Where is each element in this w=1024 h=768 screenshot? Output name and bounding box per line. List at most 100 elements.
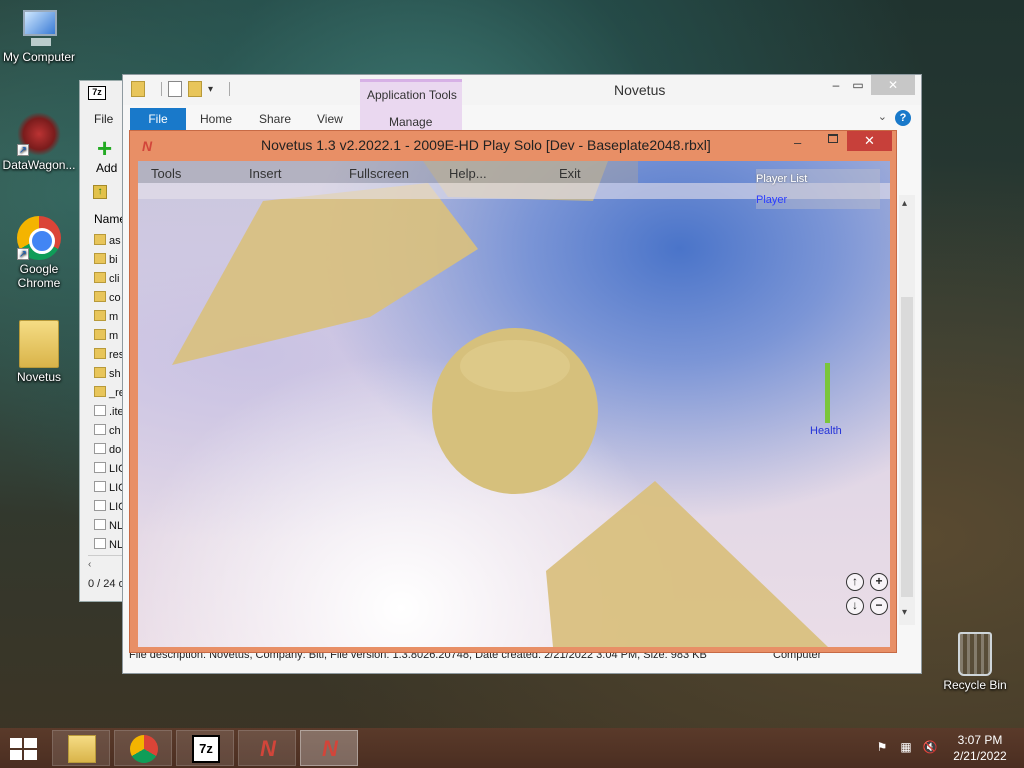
tab-view[interactable]: View xyxy=(317,108,343,130)
chevron-down-icon[interactable]: ▾ xyxy=(208,84,213,95)
file-icon xyxy=(94,424,106,435)
sevenzip-file-name: bi xyxy=(109,254,118,266)
file-icon xyxy=(94,538,106,549)
clock-time: 3:07 PM xyxy=(957,733,1003,747)
tab-home[interactable]: Home xyxy=(200,108,232,130)
taskbar-novetus-game[interactable]: N xyxy=(300,730,358,766)
taskbar-file-explorer[interactable] xyxy=(52,730,110,766)
player-list: Player List Player xyxy=(756,169,880,209)
computer-icon xyxy=(17,10,61,48)
camera-down-icon[interactable]: ↓ xyxy=(846,597,864,615)
game-viewport[interactable]: Tools Insert Fullscreen Help... Exit Pla… xyxy=(138,161,890,647)
sevenzip-file-name: co xyxy=(109,292,121,304)
game-titlebar[interactable]: N Novetus 1.3 v2.2022.1 - 2009E-HD Play … xyxy=(130,131,896,161)
taskbar-clock[interactable]: 3:07 PM 2/21/2022 xyxy=(942,732,1018,764)
sevenzip-icon: 7z xyxy=(192,735,220,763)
game-menu-bar: Tools Insert Fullscreen Help... Exit xyxy=(138,161,638,183)
help-icon[interactable]: ? xyxy=(895,110,911,126)
ribbon-tabs: File Home Share View ⌄ ? xyxy=(123,105,921,131)
network-icon[interactable]: ▦ xyxy=(898,740,914,756)
file-explorer-icon xyxy=(68,735,96,763)
menu-tools[interactable]: Tools xyxy=(151,166,181,181)
minimize-button[interactable]: ‒ xyxy=(794,135,801,150)
sevenzip-add-button[interactable]: Add xyxy=(96,161,117,175)
sand-wedge-bottom xyxy=(546,481,828,647)
file-icon xyxy=(94,443,106,454)
explorer-title: Novetus xyxy=(614,82,666,98)
novetus-logo-icon: N xyxy=(142,138,153,154)
player-list-entry[interactable]: Player xyxy=(756,194,787,206)
taskbar-7zip[interactable]: 7z xyxy=(176,730,234,766)
sand-wedge-top xyxy=(172,183,478,365)
camera-up-icon[interactable]: ↑ xyxy=(846,573,864,591)
sevenzip-file-name: m xyxy=(109,330,119,342)
menu-fullscreen[interactable]: Fullscreen xyxy=(349,166,409,181)
health-label: Health xyxy=(810,425,842,437)
novetus-icon: N xyxy=(322,736,338,761)
desktop-icon-label: Novetus xyxy=(16,370,62,384)
file-icon xyxy=(94,462,106,473)
volume-muted-icon[interactable]: 🔇 xyxy=(922,740,938,756)
maximize-button[interactable] xyxy=(828,134,838,143)
desktop-icon-google-chrome[interactable]: ↗ Google Chrome xyxy=(0,216,78,290)
folder-icon[interactable] xyxy=(131,81,145,97)
sevenzip-file-name: NL xyxy=(109,520,124,532)
desktop-icon-label: My Computer xyxy=(2,50,76,64)
desktop-icon-label: Recycle Bin xyxy=(943,678,1007,692)
folder-icon xyxy=(94,253,106,264)
folder-icon xyxy=(94,272,106,283)
menu-help[interactable]: Help... xyxy=(449,166,487,181)
close-button[interactable]: ✕ xyxy=(847,131,892,151)
new-folder-icon[interactable] xyxy=(188,81,202,97)
tab-file[interactable]: File xyxy=(130,108,186,130)
sevenzip-file-name: cli xyxy=(109,273,120,285)
file-icon xyxy=(94,519,106,530)
chevron-down-icon[interactable]: ⌄ xyxy=(878,110,887,123)
file-icon xyxy=(94,500,106,511)
folder-icon xyxy=(19,320,59,368)
desktop-icon-novetus[interactable]: Novetus xyxy=(0,320,78,384)
desktop-icon-label: Google Chrome xyxy=(17,262,61,290)
sevenzip-menu-file[interactable]: File xyxy=(94,112,113,126)
desktop-icon-label: DataWagon... xyxy=(2,158,76,172)
folder-icon xyxy=(94,386,106,397)
file-icon xyxy=(94,405,106,416)
desktop-icon-my-computer[interactable]: My Computer xyxy=(0,10,78,64)
sevenzip-file-name: ch xyxy=(109,425,121,437)
novetus-game-window[interactable]: N Novetus 1.3 v2.2022.1 - 2009E-HD Play … xyxy=(129,130,897,653)
desktop-icon-datawagon[interactable]: ↗ DataWagon... xyxy=(0,112,78,172)
sevenzip-logo-icon: 7z xyxy=(88,86,106,100)
up-folder-icon[interactable]: ↑ xyxy=(93,185,107,199)
player-list-title: Player List xyxy=(756,173,808,185)
quick-access-toolbar: ▾ xyxy=(131,81,231,97)
taskbar: 7z N N ⚑ ▦ 🔇 3:07 PM 2/21/2022 xyxy=(0,728,1024,768)
sevenzip-file-name: NL xyxy=(109,539,124,551)
explorer-vertical-scrollbar[interactable]: ▴ ▾ xyxy=(899,195,915,625)
maximize-button[interactable]: ▭ xyxy=(845,75,871,95)
properties-icon[interactable] xyxy=(168,81,182,97)
desktop-icon-recycle-bin[interactable]: Recycle Bin xyxy=(936,632,1014,692)
folder-icon xyxy=(94,329,106,340)
menu-insert[interactable]: Insert xyxy=(249,166,282,181)
game-title: Novetus 1.3 v2.2022.1 - 2009E-HD Play So… xyxy=(261,137,711,153)
sevenzip-file-name: sh xyxy=(109,368,121,380)
explorer-titlebar[interactable]: ▾ Application Tools Manage Novetus ‒ ▭ ✕ xyxy=(123,75,921,131)
action-center-flag-icon[interactable]: ⚑ xyxy=(874,740,890,756)
novetus-icon: N xyxy=(260,736,276,761)
menu-exit[interactable]: Exit xyxy=(559,166,581,181)
shortcut-arrow-icon: ↗ xyxy=(17,144,29,156)
start-button[interactable] xyxy=(10,738,38,760)
taskbar-novetus-launcher[interactable]: N xyxy=(238,730,296,766)
zoom-in-icon[interactable]: + xyxy=(870,573,888,591)
tab-share[interactable]: Share xyxy=(259,108,291,130)
shortcut-arrow-icon: ↗ xyxy=(17,248,29,260)
sevenzip-status: 0 / 24 o xyxy=(88,578,125,590)
game-scene xyxy=(172,161,828,647)
clock-date: 2/21/2022 xyxy=(953,749,1007,763)
zoom-out-icon[interactable]: − xyxy=(870,597,888,615)
sevenzip-file-name: m xyxy=(109,311,119,323)
folder-icon xyxy=(94,310,106,321)
taskbar-chrome[interactable] xyxy=(114,730,172,766)
folder-icon xyxy=(94,348,106,359)
close-button[interactable]: ✕ xyxy=(871,75,915,95)
